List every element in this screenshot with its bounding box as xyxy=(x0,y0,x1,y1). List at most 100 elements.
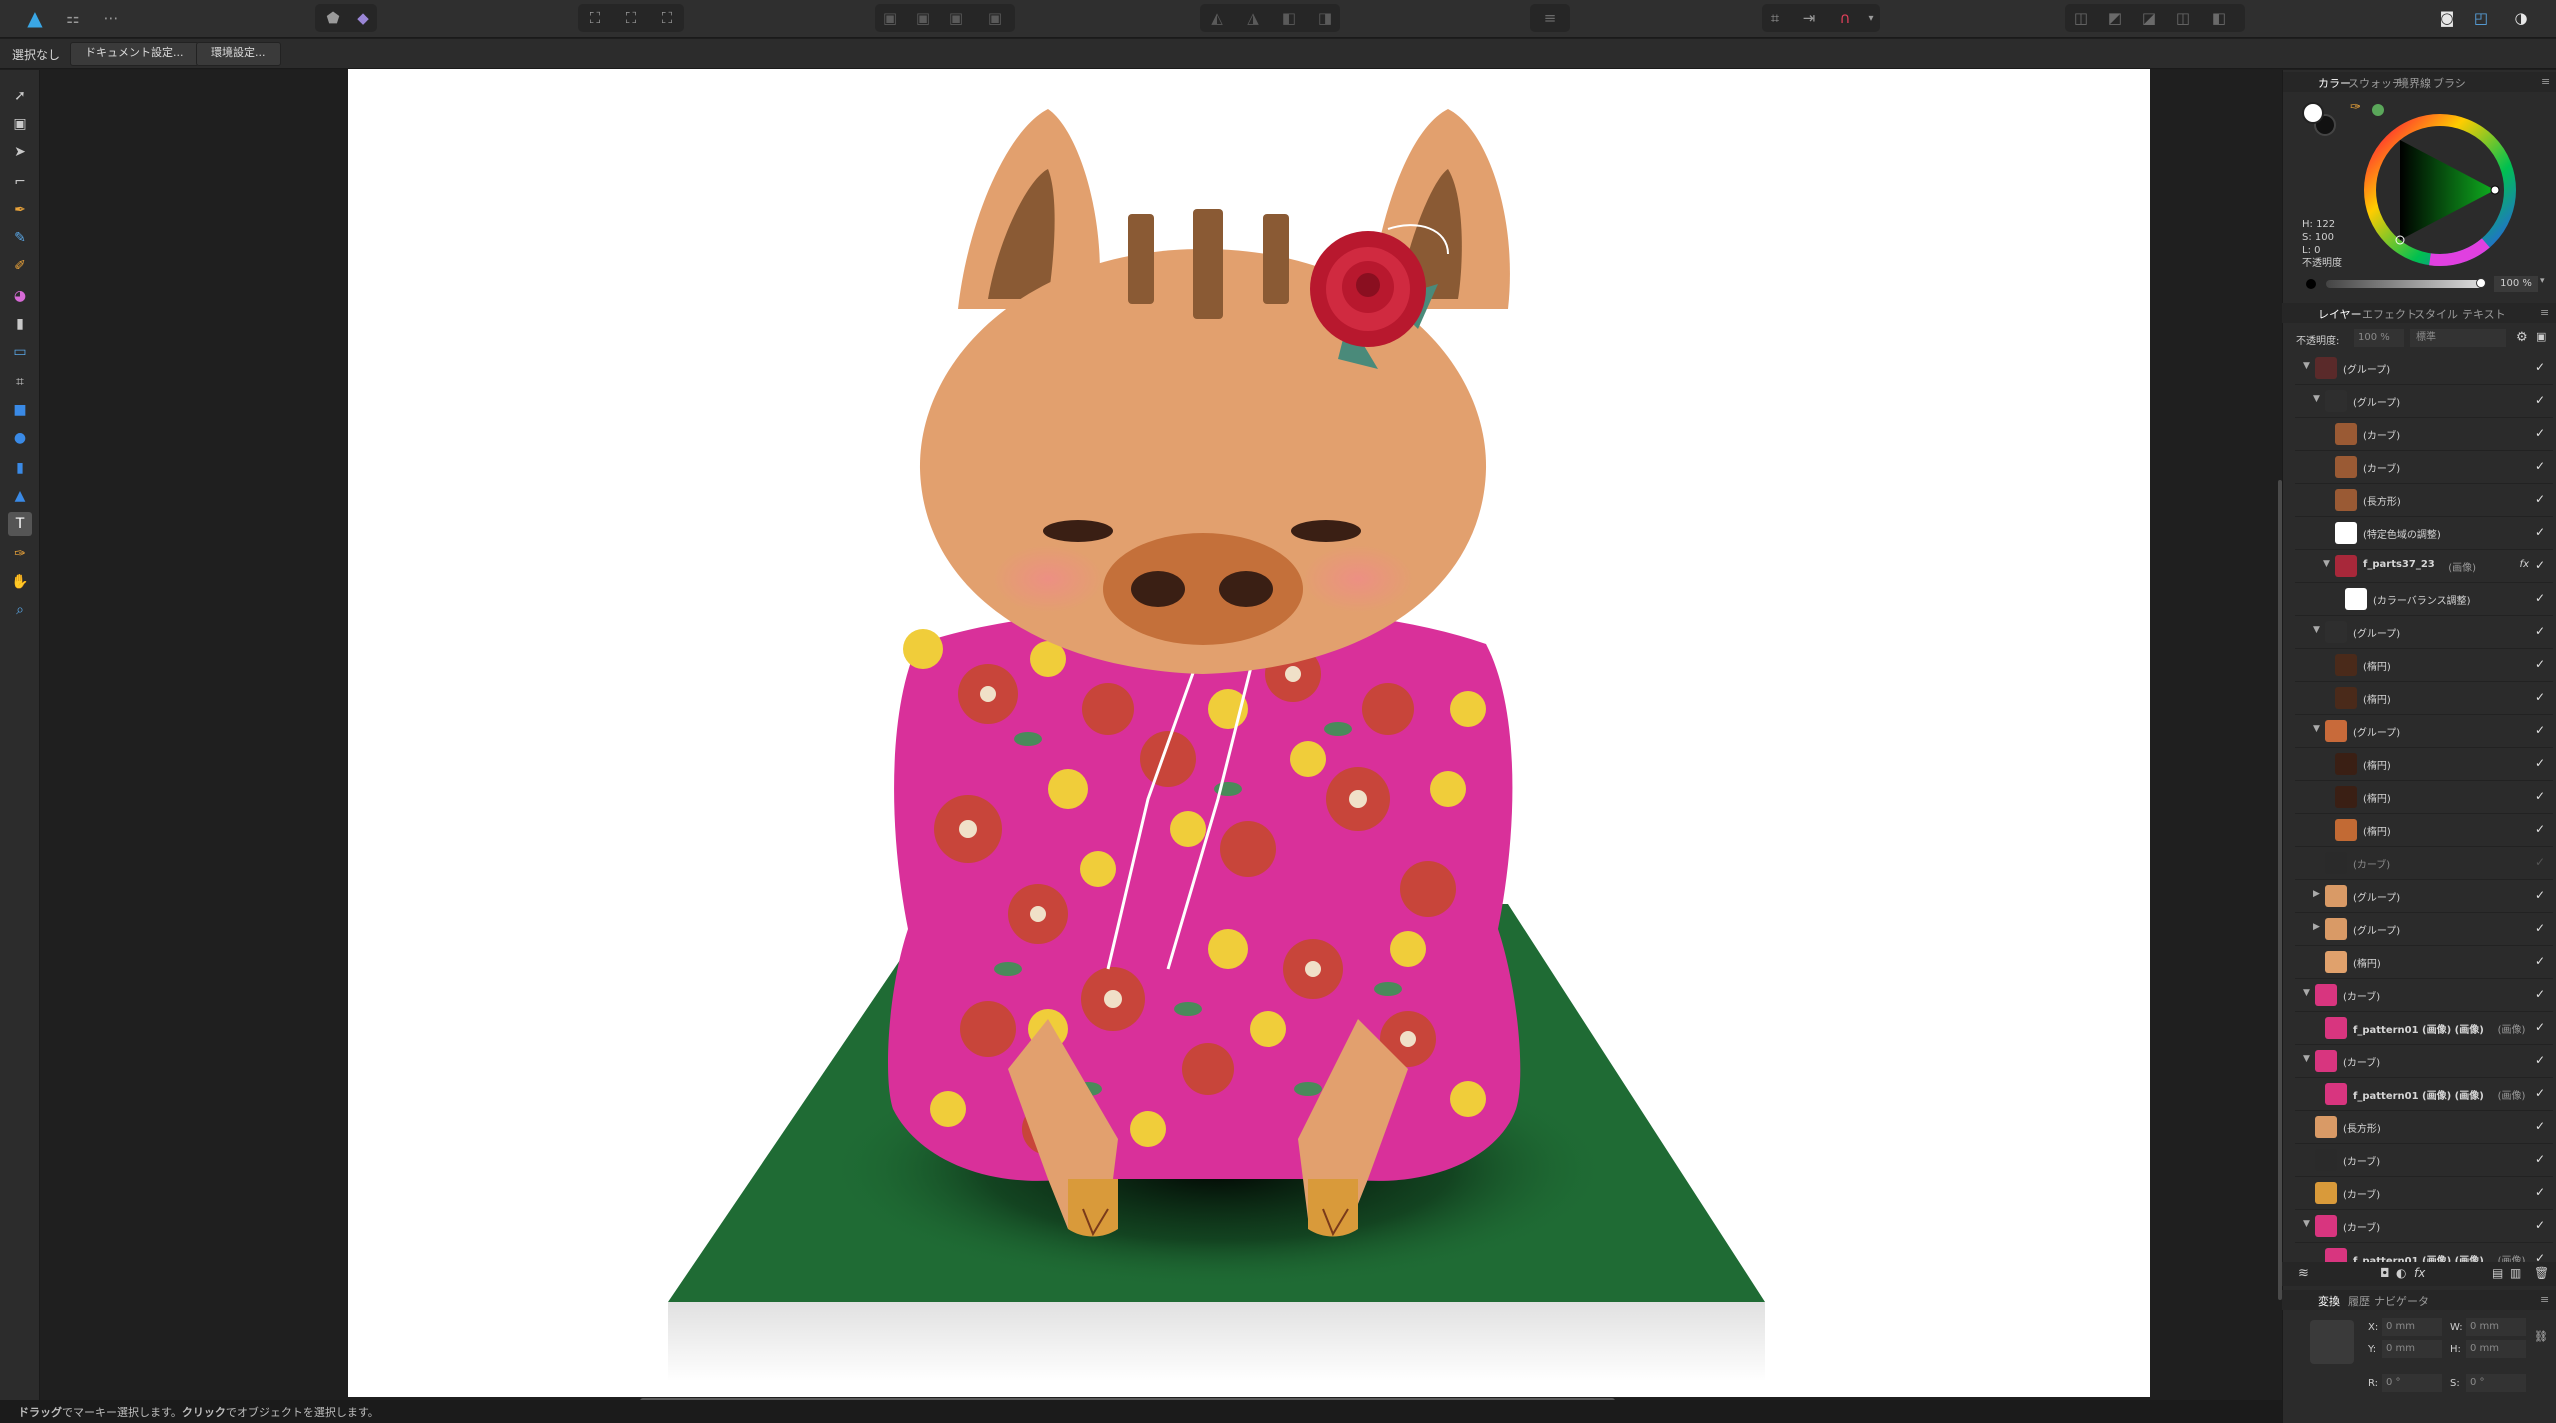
mask-icon[interactable]: ◘ xyxy=(2380,1266,2390,1280)
layer-row[interactable]: ▼ (グループ) ✓ xyxy=(2295,385,2553,418)
tab-navigator[interactable]: ナビゲータ xyxy=(2374,1293,2429,1309)
fill-stroke-swatch[interactable] xyxy=(2300,100,2336,136)
pixel-persona-icon[interactable]: ⬟ xyxy=(320,5,346,31)
expand-chevron-down-icon[interactable]: ▼ xyxy=(2303,1054,2310,1064)
color-picker-tool-icon[interactable]: ✑ xyxy=(8,542,32,566)
tab-text[interactable]: テキスト xyxy=(2462,306,2506,322)
visibility-checkbox[interactable]: ✓ xyxy=(2535,1020,2545,1034)
layer-row[interactable]: ▼ (グループ) ✓ xyxy=(2295,616,2553,649)
tab-transform[interactable]: 変換 xyxy=(2318,1293,2340,1309)
layer-row[interactable]: (カーブ) ✓ xyxy=(2295,418,2553,451)
layer-row[interactable]: (特定色域の調整) ✓ xyxy=(2295,517,2553,550)
artboard[interactable] xyxy=(348,69,2150,1397)
opacity-slider-handle[interactable] xyxy=(2476,278,2486,288)
layer-row[interactable]: ▼ (カーブ) ✓ xyxy=(2295,1210,2553,1243)
shear-field[interactable]: 0 ° xyxy=(2466,1374,2526,1392)
layer-row[interactable]: (長方形) ✓ xyxy=(2295,1111,2553,1144)
color-wheel[interactable] xyxy=(2360,110,2520,270)
layer-row[interactable]: ▼ (グループ) ✓ xyxy=(2295,352,2553,385)
visibility-checkbox[interactable]: ✓ xyxy=(2535,1185,2545,1199)
visibility-checkbox[interactable]: ✓ xyxy=(2535,1152,2545,1166)
link-icon[interactable]: ⛓ xyxy=(2534,1330,2548,1343)
panel-menu-icon[interactable]: ≡ xyxy=(2541,75,2550,88)
layer-row[interactable]: f_pattern01 (画像) (画像) (画像) ✓ xyxy=(2295,1012,2553,1045)
subtract-icon[interactable]: ◩ xyxy=(2102,5,2128,31)
w-field[interactable]: 0 mm xyxy=(2466,1318,2526,1336)
layer-row[interactable]: (長方形) ✓ xyxy=(2295,484,2553,517)
gear-icon[interactable]: ⚙ xyxy=(2516,330,2528,345)
rounded-rectangle-tool-icon[interactable]: ▮ xyxy=(8,456,32,480)
ellipse-tool-icon[interactable]: ● xyxy=(8,426,32,450)
flip-vertical-icon[interactable]: ◮ xyxy=(1240,5,1266,31)
rotate-right-icon[interactable]: ◨ xyxy=(1312,5,1338,31)
expand-chevron-down-icon[interactable]: ▼ xyxy=(2303,361,2310,371)
expand-chevron-down-icon[interactable]: ▼ xyxy=(2303,988,2310,998)
visibility-checkbox[interactable]: ✓ xyxy=(2535,657,2545,671)
tab-styles[interactable]: スタイル xyxy=(2414,306,2458,322)
expand-chevron-right-icon[interactable]: ▶ xyxy=(2313,922,2320,932)
visibility-checkbox[interactable]: ✓ xyxy=(2535,888,2545,902)
rotation-field[interactable]: 0 ° xyxy=(2382,1374,2442,1392)
tab-history[interactable]: 履歴 xyxy=(2348,1293,2370,1309)
visibility-checkbox[interactable]: ✓ xyxy=(2535,855,2545,869)
intersect-icon[interactable]: ◪ xyxy=(2136,5,2162,31)
move-back-one-icon[interactable]: ▣ xyxy=(910,5,936,31)
vector-brush-tool-icon[interactable]: ✐ xyxy=(8,254,32,278)
expand-chevron-down-icon[interactable]: ▼ xyxy=(2313,394,2320,404)
visibility-checkbox[interactable]: ✓ xyxy=(2535,1053,2545,1067)
snapping-dropdown-chevron-down-icon[interactable]: ▾ xyxy=(1858,5,1884,31)
triangle-tool-icon[interactable]: ▲ xyxy=(8,484,32,508)
corner-tool-icon[interactable]: ⌐ xyxy=(8,170,32,194)
visibility-checkbox[interactable]: ✓ xyxy=(2535,954,2545,968)
move-to-back-icon[interactable]: ▣ xyxy=(877,5,903,31)
layer-row[interactable]: (カラーバランス調整) ✓ xyxy=(2295,583,2553,616)
share-icon[interactable]: ⋯ xyxy=(98,5,124,31)
visibility-checkbox[interactable]: ✓ xyxy=(2535,558,2545,572)
pen-tool-icon[interactable]: ✒ xyxy=(8,198,32,222)
rectangle-tool-icon[interactable]: ■ xyxy=(8,398,32,422)
panel-menu-icon[interactable]: ≡ xyxy=(2540,306,2549,319)
select-object-icon[interactable]: ⛶ xyxy=(654,5,680,31)
layer-row[interactable]: (楕円) ✓ xyxy=(2295,682,2553,715)
layer-row[interactable]: ▼ (カーブ) ✓ xyxy=(2295,979,2553,1012)
isolate-icon[interactable]: ⛶ xyxy=(582,5,608,31)
visibility-checkbox[interactable]: ✓ xyxy=(2535,492,2545,506)
flip-horizontal-icon[interactable]: ◭ xyxy=(1204,5,1230,31)
visibility-checkbox[interactable]: ✓ xyxy=(2535,459,2545,473)
visibility-checkbox[interactable]: ✓ xyxy=(2535,987,2545,1001)
layer-row[interactable]: (楕円) ✓ xyxy=(2295,748,2553,781)
visibility-checkbox[interactable]: ✓ xyxy=(2535,921,2545,935)
layer-row[interactable]: (楕円) ✓ xyxy=(2295,814,2553,847)
new-group-icon[interactable]: ▤ xyxy=(2492,1266,2503,1280)
layer-opacity-field[interactable]: 100 % xyxy=(2354,329,2404,347)
studio-icon[interactable]: ◑ xyxy=(2508,5,2534,31)
visibility-checkbox[interactable]: ✓ xyxy=(2535,789,2545,803)
view-tool-hand-icon[interactable]: ✋ xyxy=(8,570,32,594)
expand-chevron-down-icon[interactable]: ▼ xyxy=(2323,559,2330,569)
layer-row[interactable]: (楕円) ✓ xyxy=(2295,946,2553,979)
expand-chevron-down-icon[interactable]: ▼ xyxy=(2313,724,2320,734)
delete-layer-icon[interactable]: 🗑 xyxy=(2534,1266,2549,1280)
layer-row[interactable]: ▼ (カーブ) ✓ xyxy=(2295,1045,2553,1078)
zoom-tool-icon[interactable]: ⌕ xyxy=(8,598,32,622)
place-image-tool-icon[interactable]: ▭ xyxy=(8,340,32,364)
expand-chevron-down-icon[interactable]: ▼ xyxy=(2303,1219,2310,1229)
snap-mode-icon[interactable]: ⇥ xyxy=(1796,5,1822,31)
visibility-checkbox[interactable]: ✓ xyxy=(2535,393,2545,407)
visibility-checkbox[interactable]: ✓ xyxy=(2535,1086,2545,1100)
snapping-magnet-icon[interactable]: ∩ xyxy=(1832,5,1858,31)
pencil-tool-icon[interactable]: ✎ xyxy=(8,226,32,250)
select-same-icon[interactable]: ⛶ xyxy=(618,5,644,31)
layer-row[interactable]: (カーブ) ✓ xyxy=(2295,1144,2553,1177)
move-to-front-icon[interactable]: ▣ xyxy=(982,5,1008,31)
visibility-checkbox[interactable]: ✓ xyxy=(2535,1119,2545,1133)
crop-tool-icon[interactable]: ⌗ xyxy=(8,370,32,394)
opacity-dropdown-chevron-down-icon[interactable]: ▾ xyxy=(2540,276,2545,286)
adjustment-icon[interactable]: ◐ xyxy=(2396,1266,2406,1280)
tab-swatches[interactable]: スウォッチ xyxy=(2348,75,2403,91)
expand-chevron-down-icon[interactable]: ▼ xyxy=(2313,625,2320,635)
tab-effects[interactable]: エフェクト xyxy=(2362,306,2417,322)
assistant-icon[interactable]: ◙ xyxy=(2434,5,2460,31)
panel-menu-icon[interactable]: ≡ xyxy=(2540,1293,2549,1306)
visibility-checkbox[interactable]: ✓ xyxy=(2535,822,2545,836)
